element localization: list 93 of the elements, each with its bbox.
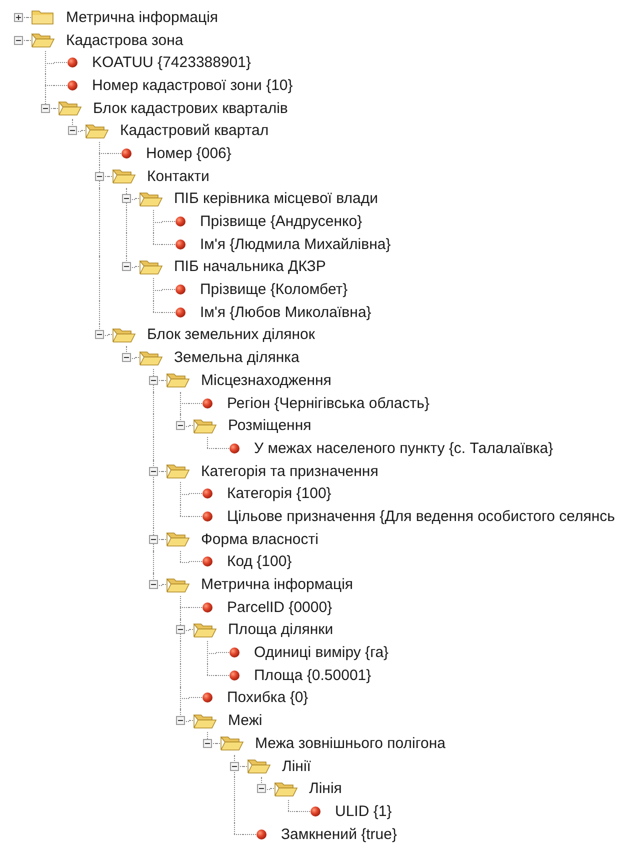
collapse-icon[interactable] — [40, 104, 50, 113]
collapse-icon[interactable] — [148, 466, 158, 476]
folder-label[interactable]: Метрична інформація — [66, 8, 218, 26]
open-folder-icon — [220, 734, 244, 752]
collapse-icon[interactable] — [148, 534, 158, 544]
folder-label[interactable]: Лінії — [282, 758, 311, 775]
folder-label[interactable]: Розміщення — [228, 417, 312, 434]
folder-label[interactable]: Категорія та призначення — [201, 462, 378, 480]
collapse-icon[interactable] — [202, 738, 212, 748]
folder-label[interactable]: Площа ділянки — [228, 621, 334, 638]
folder-label[interactable]: Земельна ділянка — [174, 349, 300, 366]
property-label[interactable]: Номер {006} — [146, 144, 232, 162]
property-dot-icon — [175, 238, 186, 250]
collapse-icon[interactable] — [122, 353, 130, 362]
folder-label[interactable]: Метрична інформація — [201, 576, 354, 594]
open-folder-icon — [193, 712, 217, 730]
open-folder-icon — [139, 258, 163, 276]
property-dot-icon — [310, 806, 321, 817]
open-folder-icon — [139, 190, 163, 208]
open-folder-icon — [166, 371, 190, 390]
property-dot-icon — [67, 57, 78, 68]
property-label[interactable]: Номер кадастрової зони {10} — [92, 76, 293, 94]
property-label[interactable]: Регіон {Чернігівська область} — [227, 394, 430, 412]
folder-label[interactable]: Лінія — [309, 780, 342, 798]
property-dot-icon — [202, 398, 213, 409]
property-label[interactable]: У межах населеного пункту {с. Талалаївка} — [254, 440, 554, 457]
property-label[interactable]: Замкнений {true} — [281, 826, 397, 843]
property-dot-icon — [175, 306, 186, 318]
folder-label[interactable]: Кадастрова зона — [66, 32, 184, 49]
property-label[interactable]: Цільове призначення {Для ведення особистого селянсь — [227, 508, 615, 525]
property-label[interactable]: Ім'я {Любов Миколаївна} — [200, 304, 372, 321]
open-folder-icon — [193, 620, 217, 639]
open-folder-icon — [139, 348, 163, 367]
collapse-icon[interactable] — [94, 330, 104, 340]
property-dot-icon — [202, 556, 213, 568]
open-folder-icon — [166, 462, 190, 480]
folder-label[interactable]: ПІБ керівника місцевої влади — [174, 190, 378, 208]
collapse-icon[interactable] — [122, 194, 130, 204]
property-label[interactable]: ULID {1} — [335, 802, 392, 820]
property-label[interactable]: Площа {0.50001} — [254, 666, 372, 684]
open-folder-icon — [85, 122, 109, 140]
property-dot-icon — [229, 442, 240, 454]
folder-label[interactable]: Контакти — [147, 168, 210, 185]
open-folder-icon — [112, 167, 136, 186]
property-dot-icon — [121, 148, 132, 159]
property-label[interactable]: Категорія {100} — [227, 485, 332, 502]
open-folder-icon — [193, 416, 217, 435]
property-dot-icon — [202, 692, 213, 704]
open-folder-icon — [58, 99, 82, 118]
property-dot-icon — [202, 488, 213, 500]
property-dot-icon — [202, 510, 213, 522]
folder-label[interactable]: Блок земельних ділянок — [147, 326, 315, 344]
property-label[interactable]: KOATUU {7423388901} — [92, 54, 252, 72]
open-folder-icon — [112, 326, 136, 344]
collapse-icon[interactable] — [122, 262, 130, 272]
property-dot-icon — [67, 80, 78, 91]
property-label[interactable]: Похибка {0} — [227, 689, 308, 706]
property-dot-icon — [175, 216, 186, 228]
collapse-icon[interactable] — [176, 421, 184, 430]
folder-label[interactable]: Межі — [228, 712, 262, 730]
open-folder-icon — [247, 757, 271, 776]
collapse-icon[interactable] — [176, 625, 184, 634]
expand-icon[interactable] — [14, 12, 22, 22]
collapse-icon[interactable] — [176, 716, 184, 726]
property-dot-icon — [229, 647, 240, 658]
property-label[interactable]: Одиниці виміру {га} — [254, 644, 389, 662]
property-dot-icon — [175, 284, 186, 296]
folder-icon — [31, 8, 55, 26]
collapse-icon[interactable] — [14, 36, 22, 45]
collapse-icon[interactable] — [256, 784, 266, 794]
property-dot-icon — [202, 602, 213, 613]
folder-label[interactable]: Кадастровий квартал — [120, 122, 269, 140]
open-folder-icon — [31, 31, 55, 50]
folder-label[interactable]: Блок кадастрових кварталів — [93, 100, 288, 117]
property-label[interactable]: Ім'я {Людмила Михайлівна} — [200, 236, 391, 253]
property-label[interactable]: Прізвище {Андрусенко} — [200, 213, 362, 230]
collapse-icon[interactable] — [94, 172, 104, 181]
property-dot-icon — [256, 828, 267, 840]
folder-label[interactable]: Місцезнаходження — [201, 372, 332, 389]
open-folder-icon — [166, 576, 190, 594]
property-label[interactable]: Прізвище {Коломбет} — [200, 281, 348, 298]
property-label[interactable]: ParcelID {0000} — [227, 598, 332, 616]
collapse-icon[interactable] — [148, 376, 158, 385]
folder-label[interactable]: ПІБ начальника ДКЗР — [174, 258, 326, 276]
folder-label[interactable]: Межа зовнішнього полігона — [255, 734, 446, 752]
property-dot-icon — [229, 670, 240, 681]
open-folder-icon — [274, 780, 298, 798]
open-folder-icon — [166, 530, 190, 548]
folder-label[interactable]: Форма власності — [201, 530, 318, 548]
collapse-icon[interactable] — [148, 580, 158, 590]
property-label[interactable]: Код {100} — [227, 553, 292, 570]
collapse-icon[interactable] — [230, 762, 238, 771]
collapse-icon[interactable] — [68, 126, 76, 136]
